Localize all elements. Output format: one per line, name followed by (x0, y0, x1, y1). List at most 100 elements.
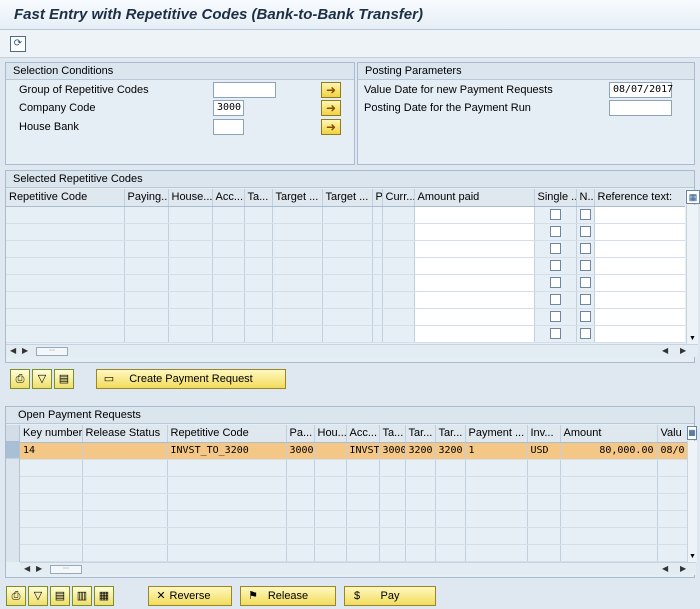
value-date-input[interactable]: 08/07/2017 (609, 82, 673, 98)
layout-button[interactable]: ▥ (72, 586, 92, 606)
table-row[interactable] (6, 274, 685, 292)
table-row[interactable]: 14 INVST_TO_3200 3000 INVST 3000 3200 32… (20, 442, 687, 460)
payment-cell[interactable]: 1 (465, 442, 528, 460)
table-cell[interactable] (414, 325, 535, 343)
table-cell[interactable] (379, 510, 406, 528)
table-cell[interactable] (594, 240, 685, 258)
table-cell[interactable] (322, 274, 373, 292)
table-settings-icon[interactable]: ▦ (687, 426, 697, 440)
table-cell[interactable] (346, 544, 380, 562)
table-cell[interactable] (124, 257, 169, 275)
col-tar-2[interactable]: Tar... (435, 425, 466, 443)
table-cell[interactable] (576, 223, 595, 241)
table-cell[interactable] (405, 544, 436, 562)
table-cell[interactable] (6, 223, 125, 241)
col-acc[interactable]: Acc... (346, 425, 380, 443)
table-cell[interactable] (286, 544, 315, 562)
table-cell[interactable] (465, 527, 528, 545)
table-cell[interactable] (527, 544, 561, 562)
reverse-button[interactable]: ✕ Reverse (148, 586, 232, 606)
table-cell[interactable] (167, 510, 287, 528)
col-amount-paid[interactable]: Amount paid (414, 189, 535, 207)
filter-button[interactable]: ▽ (32, 369, 52, 389)
table-cell[interactable] (657, 527, 687, 545)
house-bank-input[interactable] (213, 119, 244, 135)
table-cell[interactable] (372, 206, 383, 224)
pa-cell[interactable]: 3000 (286, 442, 315, 460)
scroll-left-icon[interactable]: ◀ (24, 563, 30, 575)
table-cell[interactable] (372, 223, 383, 241)
table-cell[interactable] (20, 510, 83, 528)
table-cell[interactable] (244, 206, 273, 224)
table-cell[interactable] (657, 493, 687, 511)
table-cell[interactable] (6, 206, 125, 224)
table-cell[interactable] (346, 476, 380, 494)
table-cell[interactable] (272, 325, 323, 343)
checkbox[interactable] (549, 209, 561, 221)
table-cell[interactable] (534, 257, 577, 275)
print-button[interactable]: ⎙ (10, 369, 30, 389)
table-cell[interactable] (534, 274, 577, 292)
table-cell[interactable] (167, 527, 287, 545)
table-cell[interactable] (465, 493, 528, 511)
table-cell[interactable] (435, 510, 466, 528)
table-cell[interactable] (124, 206, 169, 224)
table-cell[interactable] (272, 257, 323, 275)
table-cell[interactable] (435, 527, 466, 545)
col-inv[interactable]: Inv... (527, 425, 561, 443)
checkbox[interactable] (579, 294, 591, 306)
table-cell[interactable] (212, 257, 245, 275)
col-payment[interactable]: Payment ... (465, 425, 528, 443)
col-ta[interactable]: Ta... (379, 425, 406, 443)
table-cell[interactable] (382, 223, 415, 241)
tar-2-cell[interactable]: 3200 (435, 442, 466, 460)
table-cell[interactable] (465, 476, 528, 494)
table-cell[interactable] (6, 240, 125, 258)
table-cell[interactable] (82, 544, 168, 562)
table-row[interactable] (6, 257, 685, 275)
table-cell[interactable] (168, 223, 213, 241)
table-cell[interactable] (657, 476, 687, 494)
table-cell[interactable] (314, 510, 347, 528)
col-curr[interactable]: Curr... (382, 189, 415, 207)
table-cell[interactable] (534, 291, 577, 309)
scroll-right-end-icon[interactable]: ▶ (680, 563, 686, 575)
table-row[interactable] (20, 493, 687, 511)
table-row[interactable] (6, 291, 685, 309)
table-cell[interactable] (212, 240, 245, 258)
table-cell[interactable] (576, 308, 595, 326)
table-row[interactable] (6, 206, 685, 224)
table-cell[interactable] (465, 544, 528, 562)
col-amount[interactable]: Amount (560, 425, 658, 443)
table-cell[interactable] (286, 527, 315, 545)
table-cell[interactable] (382, 308, 415, 326)
print-button[interactable]: ⎙ (6, 586, 26, 606)
tar-1-cell[interactable]: 3200 (405, 442, 436, 460)
scroll-left-end-icon[interactable]: ◀ (662, 345, 668, 357)
table-cell[interactable] (124, 325, 169, 343)
scroll-right-icon[interactable]: ▶ (22, 345, 28, 357)
checkbox[interactable] (579, 277, 591, 289)
table-cell[interactable] (414, 308, 535, 326)
table-cell[interactable] (379, 493, 406, 511)
table-cell[interactable] (594, 274, 685, 292)
table-cell[interactable] (594, 257, 685, 275)
table-cell[interactable] (322, 240, 373, 258)
table-cell[interactable] (244, 223, 273, 241)
table-cell[interactable] (576, 274, 595, 292)
table-cell[interactable] (82, 476, 168, 494)
col-target-1[interactable]: Target ... (272, 189, 323, 207)
table-cell[interactable] (594, 223, 685, 241)
col-valu[interactable]: Valu (657, 425, 687, 443)
table-cell[interactable] (20, 527, 83, 545)
table-cell[interactable] (82, 527, 168, 545)
table-cell[interactable] (372, 240, 383, 258)
table-cell[interactable] (346, 527, 380, 545)
table-cell[interactable] (82, 510, 168, 528)
table-cell[interactable] (82, 493, 168, 511)
table-cell[interactable] (314, 544, 347, 562)
table-cell[interactable] (212, 291, 245, 309)
table-cell[interactable] (414, 206, 535, 224)
table-cell[interactable] (560, 459, 658, 477)
company-code-input[interactable]: 3000 (213, 100, 244, 116)
